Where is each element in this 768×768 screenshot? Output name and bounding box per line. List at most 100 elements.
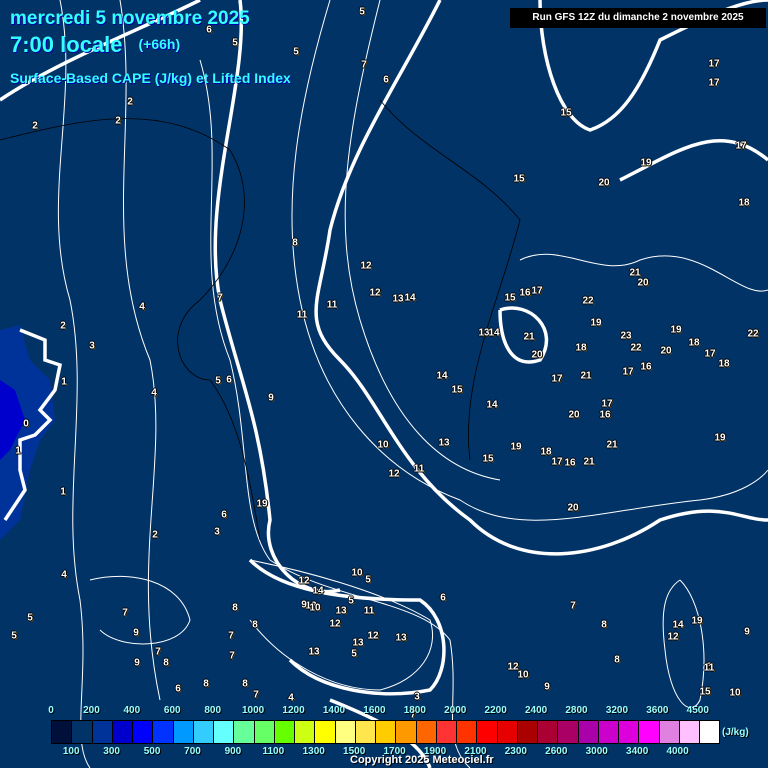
lifted-index-label: 12 [667,631,679,643]
copyright: Copyright 2025 Meteociel.fr [350,754,494,766]
colorbar-swatch [254,721,275,743]
lifted-index-label: 19 [691,615,703,627]
lifted-index-label: 4 [151,387,157,399]
lifted-index-label: 6 [383,74,389,86]
lifted-index-label: 17 [531,285,543,297]
colorbar-swatch [538,721,559,743]
lifted-index-label: 14 [488,327,500,339]
lifted-index-label: 20 [660,345,672,357]
colorbar-swatch [335,721,356,743]
contour-line [119,0,161,701]
lifted-index-label: 7 [155,646,161,658]
lifted-index-label: 6 [175,683,181,695]
lifted-index-label: 9 [133,627,139,639]
lifted-index-label: 17 [551,456,563,468]
lifted-index-label: 14 [486,399,498,411]
lifted-index-label: 19 [256,498,268,510]
lifted-index-label: 16 [599,409,611,421]
colorbar-swatch [295,721,316,743]
colorbar-tick-top: 1000 [241,705,265,716]
colorbar-tick-top: 1200 [282,705,305,716]
lifted-index-label: 16 [519,287,531,299]
lifted-index-label: 1 [61,376,67,388]
colorbar-tick-top: 600 [163,705,181,716]
lifted-index-label: 5 [215,375,221,387]
colorbar-swatch [700,721,720,743]
colorbar-tick-top: 4500 [686,705,709,716]
lifted-index-label: 8 [242,678,248,690]
lifted-index-label: 7 [570,600,576,612]
lifted-index-label: 22 [582,295,594,307]
lifted-index-label: 10 [309,602,321,614]
lifted-index-label: 16 [640,361,652,373]
lifted-index-label: 7 [229,650,235,662]
lifted-index-label: 15 [560,107,572,119]
colorbar-swatch [396,721,417,743]
lifted-index-label: 11 [413,463,425,475]
colorbar-swatch [477,721,498,743]
colorbar-swatch [315,721,336,743]
lifted-index-label: 17 [601,398,613,410]
colorbar-swatch [598,721,619,743]
colorbar-tick-bottom: 100 [62,746,80,757]
lifted-index-label: 6 [440,592,446,604]
colorbar-tick-top: 3200 [605,705,629,716]
colorbar-swatch [92,721,113,743]
lifted-index-label: 12 [388,468,400,480]
border-line [379,99,521,461]
lifted-index-label: 5 [11,630,17,642]
lifted-index-label: 8 [614,654,620,666]
lifted-index-label: 23 [620,330,632,342]
lifted-index-label: 7 [253,689,259,701]
lifted-index-label: 7 [361,59,367,71]
lifted-index-label: 2 [152,529,158,541]
colorbar-tick-top: 2400 [524,705,548,716]
colorbar-tick-top: 1800 [403,705,426,716]
lifted-index-label: 4 [288,692,294,704]
lifted-index-label: 21 [606,439,618,451]
lifted-index-label: 13 [352,637,364,649]
lifted-index-label: 9 [268,392,274,404]
colorbar-swatch [497,721,518,743]
lifted-index-label: 11 [296,309,308,321]
contour-line-thick [248,558,446,696]
lifted-index-label: 19 [670,324,682,336]
colorbar-swatch [133,721,154,743]
colorbar-swatch [274,721,295,743]
lifted-index-label: 2 [127,96,133,108]
lifted-index-label: 20 [531,349,543,361]
lifted-index-label: 8 [252,619,258,631]
lifted-index-label: 10 [351,567,363,579]
lifted-index-label: 7 [122,607,128,619]
lifted-index-label: 4 [139,301,145,313]
colorbar-swatch [436,721,457,743]
lifted-index-label: 20 [567,502,579,514]
lifted-index-label: 18 [718,358,730,370]
lifted-index-label: 12 [298,575,310,587]
lifted-index-label: 15 [451,384,463,396]
lifted-index-label: 14 [672,619,684,631]
colorbar-swatch [416,721,437,743]
lifted-index-label: 9 [744,626,750,638]
colorbar-tick-top: 1600 [363,705,386,716]
lifted-index-label: 3 [214,526,220,538]
colorbar-unit: (J/kg) [722,727,749,738]
lifted-index-label: 18 [540,446,552,458]
lifted-index-label: 20 [598,177,610,189]
lifted-index-label: 6 [221,509,227,521]
lifted-index-label: 12 [367,630,379,642]
colorbar-tick-top: 2200 [484,705,507,716]
colorbar-swatch [578,721,599,743]
lifted-index-label: 10 [517,669,529,681]
lifted-index-label: 17 [551,373,563,385]
lifted-index-label: 4 [61,569,67,581]
lifted-index-label: 14 [404,292,416,304]
lifted-index-label: 19 [640,157,652,169]
lifted-index-label: 7 [228,630,234,642]
colorbar-tick-top: 2800 [565,705,588,716]
colorbar-swatch [52,721,73,743]
lifted-index-label: 8 [292,237,298,249]
contour-line [89,575,191,645]
colorbar-tick-bottom: 3400 [626,746,649,757]
colorbar-tick-bottom: 900 [224,746,242,757]
